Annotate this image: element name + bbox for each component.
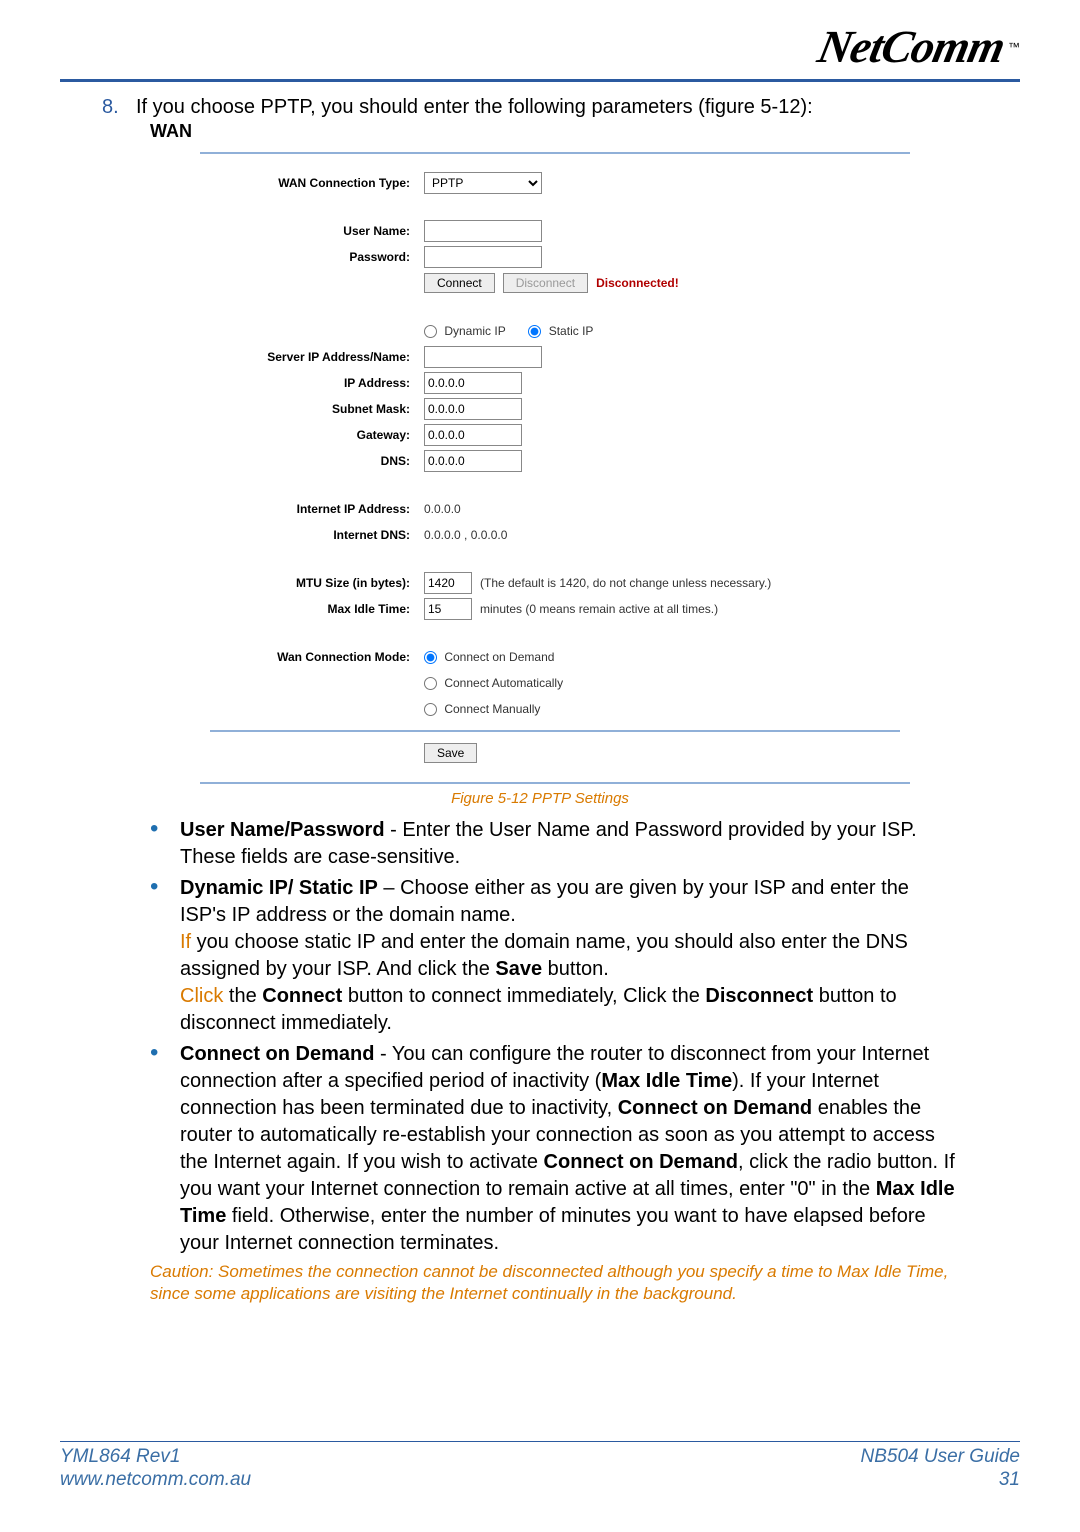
gateway-input[interactable]	[424, 424, 522, 446]
internet-dns-value: 0.0.0.0 , 0.0.0.0	[424, 528, 507, 542]
list-item: User Name/Password - Enter the User Name…	[150, 817, 960, 871]
label-wan-conn-type: WAN Connection Type:	[210, 176, 424, 190]
connect-button[interactable]: Connect	[424, 273, 495, 293]
footer-doc-id: YML864 Rev1	[60, 1446, 251, 1469]
label-dns: DNS:	[210, 454, 424, 468]
radio-static-ip[interactable]: Static IP	[528, 324, 593, 338]
save-button[interactable]: Save	[424, 743, 477, 763]
label-mtu: MTU Size (in bytes):	[210, 576, 424, 590]
list-item: Dynamic IP/ Static IP – Choose either as…	[150, 875, 960, 1037]
figure-caption: Figure 5-12 PPTP Settings	[60, 790, 1020, 807]
footer-guide: NB504 User Guide	[861, 1446, 1020, 1469]
label-wan-mode: Wan Connection Mode:	[210, 650, 424, 664]
list-item: Connect on Demand - You can configure th…	[150, 1041, 960, 1257]
header-rule	[60, 79, 1020, 82]
connection-status: Disconnected!	[596, 276, 679, 290]
password-input[interactable]	[424, 246, 542, 268]
disconnect-button[interactable]: Disconnect	[503, 273, 588, 293]
label-gateway: Gateway:	[210, 428, 424, 442]
radio-connect-on-demand[interactable]: Connect on Demand	[424, 650, 554, 664]
max-idle-hint: minutes (0 means remain active at all ti…	[480, 602, 718, 616]
ip-address-input[interactable]	[424, 372, 522, 394]
dns-input[interactable]	[424, 450, 522, 472]
label-ip-address: IP Address:	[210, 376, 424, 390]
label-internet-dns: Internet DNS:	[210, 528, 424, 542]
max-idle-input[interactable]	[424, 598, 472, 620]
footer-url: www.netcomm.com.au	[60, 1469, 251, 1492]
panel-rule	[210, 730, 900, 732]
wan-conn-type-select[interactable]: PPTP	[424, 172, 542, 194]
subnet-input[interactable]	[424, 398, 522, 420]
radio-connect-manual[interactable]: Connect Manually	[424, 702, 540, 716]
section-title: WAN	[150, 121, 1020, 142]
radio-dynamic-ip[interactable]: Dynamic IP	[424, 324, 506, 338]
caution-text: Caution: Sometimes the connection cannot…	[150, 1261, 960, 1305]
label-password: Password:	[210, 250, 424, 264]
wan-settings-panel: WAN Connection Type: PPTP User Name: Pas…	[200, 152, 910, 784]
mtu-hint: (The default is 1420, do not change unle…	[480, 576, 771, 590]
label-subnet: Subnet Mask:	[210, 402, 424, 416]
internet-ip-value: 0.0.0.0	[424, 502, 461, 516]
username-input[interactable]	[424, 220, 542, 242]
radio-connect-auto[interactable]: Connect Automatically	[424, 676, 563, 690]
mtu-input[interactable]	[424, 572, 472, 594]
brand-logo: NetComm ™	[60, 20, 1020, 73]
label-max-idle: Max Idle Time:	[210, 602, 424, 616]
label-internet-ip: Internet IP Address:	[210, 502, 424, 516]
step-text: If you choose PPTP, you should enter the…	[136, 96, 813, 119]
footer-page-num: 31	[861, 1469, 1020, 1492]
server-ip-input[interactable]	[424, 346, 542, 368]
trademark: ™	[1008, 40, 1020, 54]
step-number: 8.	[102, 96, 136, 119]
page-footer: YML864 Rev1 www.netcomm.com.au NB504 Use…	[60, 1441, 1020, 1492]
brand-name: NetComm	[814, 20, 1010, 73]
label-server-ip: Server IP Address/Name:	[210, 350, 424, 364]
label-username: User Name:	[210, 224, 424, 238]
